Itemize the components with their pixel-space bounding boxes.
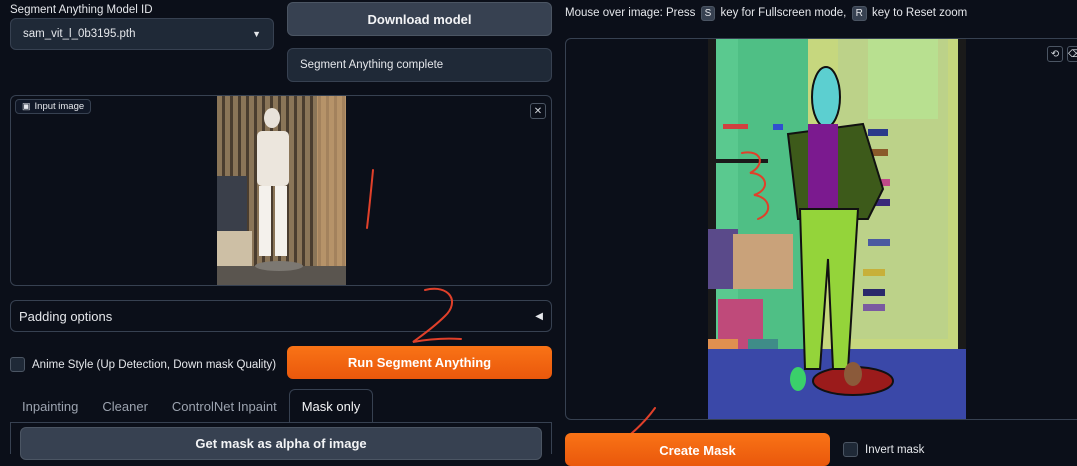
padding-options-label: Padding options [19,308,113,324]
collapse-arrow-icon: ◀ [535,310,543,322]
model-id-value: sam_vit_l_0b3195.pth [23,28,136,40]
download-model-button[interactable]: Download model [287,2,552,36]
tab-bar: Inpainting Cleaner ControlNet Inpaint Ma… [10,389,552,423]
invert-mask-option[interactable]: Invert mask [843,442,924,457]
model-id-dropdown[interactable]: sam_vit_l_0b3195.pth ▼ [10,18,274,50]
model-id-label: Segment Anything Model ID [10,4,153,16]
anime-style-option[interactable]: Anime Style (Up Detection, Down mask Qua… [10,357,276,372]
create-mask-button[interactable]: Create Mask [565,433,830,466]
close-icon[interactable]: ✕ [530,103,546,119]
hint-text: Mouse over image: Press S key for Fullsc… [565,6,967,21]
tab-inpainting[interactable]: Inpainting [10,390,90,422]
reset-icon[interactable]: ⟲ [1047,46,1063,62]
padding-options-accordion[interactable]: Padding options ◀ [10,300,552,332]
status-text: Segment Anything complete [287,48,552,82]
segmentation-image [708,39,966,419]
anime-style-label: Anime Style (Up Detection, Down mask Qua… [32,358,277,371]
annotation-mark-2 [412,287,462,343]
eraser-icon[interactable]: ⌫ [1067,46,1077,62]
chevron-down-icon: ▼ [252,29,261,39]
key-r: R [851,6,867,21]
annotation-mark-1 [366,169,374,229]
tab-mask-only[interactable]: Mask only [288,389,374,422]
input-image-tag: ▣ Input image [15,99,92,114]
input-image-label: Input image [34,101,85,112]
tab-cleaner[interactable]: Cleaner [90,390,160,422]
input-image-panel[interactable]: ▣ Input image ✕ [10,95,552,286]
get-mask-alpha-button[interactable]: Get mask as alpha of image [20,427,542,460]
annotation-mark-3 [741,151,769,220]
image-icon: ▣ [22,101,31,111]
key-s: S [700,6,716,21]
anime-style-checkbox[interactable] [10,357,25,372]
input-photo [217,96,346,285]
tab-controlnet-inpaint[interactable]: ControlNet Inpaint [160,390,289,422]
run-segment-anything-button[interactable]: Run Segment Anything [287,346,552,379]
mask-preview-panel[interactable]: ⟲ ⌫ [565,38,1077,420]
hint-part-1: Mouse over image: Press [565,7,696,19]
hint-part-2: key for Fullscreen mode, [720,7,847,19]
hint-part-3: key to Reset zoom [872,7,968,19]
invert-mask-checkbox[interactable] [843,442,858,457]
